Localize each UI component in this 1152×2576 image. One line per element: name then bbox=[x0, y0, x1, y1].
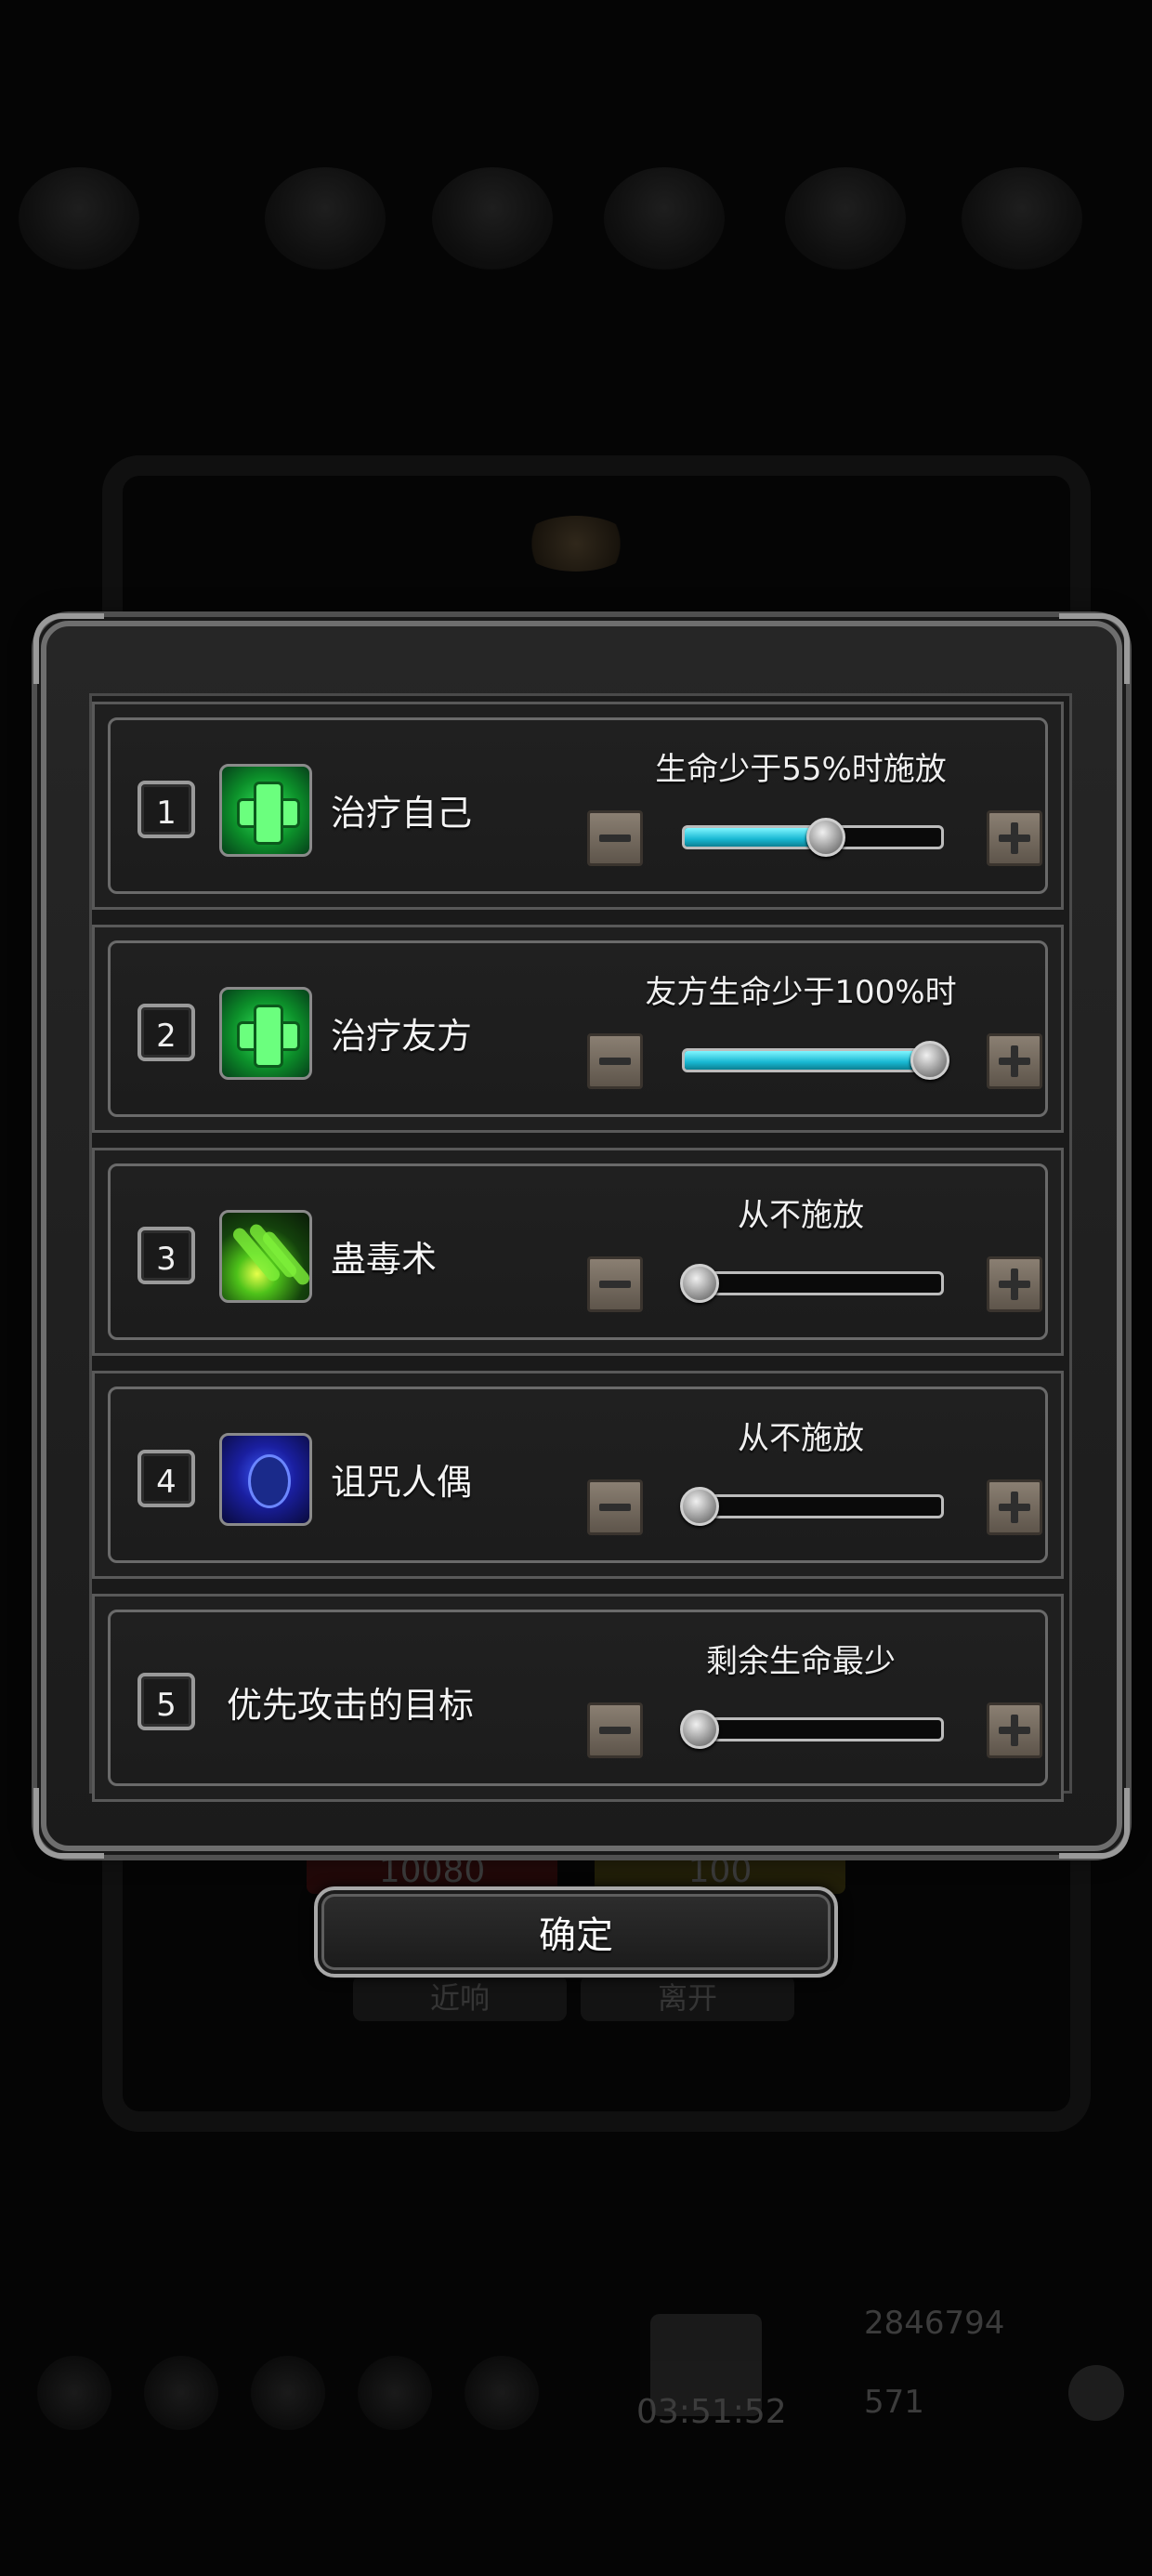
bg-top-icon bbox=[265, 167, 386, 269]
decrease-button[interactable] bbox=[587, 1479, 643, 1535]
minus-icon bbox=[599, 1504, 631, 1511]
rule-condition-text: 剩余生命最少 bbox=[706, 1643, 896, 1680]
rule-skill-name: 蛊毒术 bbox=[331, 1239, 438, 1280]
rule-priority-number: 2 bbox=[137, 1004, 195, 1061]
rule-row: 5 优先攻击的目标 剩余生命最少 bbox=[92, 1594, 1064, 1802]
bg-bottom-icon bbox=[251, 2356, 325, 2430]
minus-icon bbox=[599, 835, 631, 842]
bg-bottom-icon bbox=[358, 2356, 432, 2430]
bg-top-icon bbox=[19, 167, 139, 269]
minus-icon bbox=[599, 1281, 631, 1288]
slider-fill bbox=[685, 828, 826, 847]
minus-icon bbox=[599, 1058, 631, 1065]
bg-gem-count: 571 bbox=[864, 2384, 924, 2421]
ornament-corner bbox=[1059, 1788, 1130, 1859]
bg-coin-count: 2846794 bbox=[864, 2305, 1005, 2342]
slider-fill bbox=[685, 1051, 941, 1070]
slider-handle[interactable] bbox=[680, 1710, 719, 1749]
increase-button[interactable] bbox=[987, 1702, 1042, 1758]
heal-cross-icon bbox=[219, 764, 312, 857]
ornament-corner bbox=[1059, 613, 1130, 684]
poison-icon bbox=[219, 1210, 312, 1303]
heal-cross-icon bbox=[219, 987, 312, 1080]
increase-button[interactable] bbox=[987, 1033, 1042, 1089]
slider-handle[interactable] bbox=[910, 1041, 949, 1080]
decrease-button[interactable] bbox=[587, 810, 643, 866]
bg-top-icon bbox=[432, 167, 553, 269]
rules-list: 1 治疗自己 生命少于55%时施放 2 治疗友方 友方生命少于100%时 3 蛊毒术 从不施放 4… bbox=[89, 693, 1072, 1802]
bg-bottom-icon bbox=[465, 2356, 539, 2430]
rule-skill-name: 治疗自己 bbox=[331, 793, 473, 834]
curse-doll-icon bbox=[219, 1433, 312, 1526]
increase-button[interactable] bbox=[987, 1256, 1042, 1312]
rule-row: 4 诅咒人偶 从不施放 bbox=[92, 1371, 1064, 1579]
ornament-corner bbox=[33, 613, 104, 684]
rule-priority-number: 3 bbox=[137, 1227, 195, 1284]
plus-icon-stem bbox=[1011, 1715, 1018, 1746]
rule-skill-name: 优先攻击的目标 bbox=[227, 1685, 475, 1726]
rule-skill-name: 诅咒人偶 bbox=[331, 1462, 473, 1503]
rule-condition-text: 生命少于55%时施放 bbox=[655, 751, 947, 788]
rule-row: 1 治疗自己 生命少于55%时施放 bbox=[92, 702, 1064, 910]
auto-skill-settings-dialog: 1 治疗自己 生命少于55%时施放 2 治疗友方 友方生命少于100%时 3 蛊毒术 从不施放 4… bbox=[33, 613, 1130, 1859]
bg-bottom-icon bbox=[37, 2356, 111, 2430]
decrease-button[interactable] bbox=[587, 1702, 643, 1758]
plus-icon-stem bbox=[1011, 1492, 1018, 1523]
slider-handle[interactable] bbox=[680, 1487, 719, 1526]
bg-emblem-icon bbox=[520, 516, 632, 572]
rule-condition-text: 从不施放 bbox=[738, 1197, 864, 1234]
threshold-slider[interactable] bbox=[682, 1271, 944, 1295]
rule-priority-number: 5 bbox=[137, 1673, 195, 1730]
rule-priority-number: 4 bbox=[137, 1450, 195, 1507]
rule-skill-name: 治疗友方 bbox=[331, 1016, 473, 1057]
threshold-slider[interactable] bbox=[682, 1494, 944, 1518]
bg-button: 近响 bbox=[353, 1975, 567, 2021]
minus-icon bbox=[599, 1727, 631, 1734]
decrease-button[interactable] bbox=[587, 1256, 643, 1312]
plus-icon-stem bbox=[1011, 1045, 1018, 1077]
rule-condition-text: 友方生命少于100%时 bbox=[645, 974, 957, 1011]
bg-top-icon bbox=[962, 167, 1082, 269]
rule-condition-text: 从不施放 bbox=[738, 1420, 864, 1457]
bg-button: 离开 bbox=[581, 1975, 794, 2021]
rule-priority-number: 1 bbox=[137, 781, 195, 838]
threshold-slider[interactable] bbox=[682, 1048, 944, 1072]
plus-icon-stem bbox=[1011, 822, 1018, 854]
plus-icon-stem bbox=[1011, 1268, 1018, 1300]
rule-row: 2 治疗友方 友方生命少于100%时 bbox=[92, 925, 1064, 1133]
bg-bottom-icon bbox=[144, 2356, 218, 2430]
confirm-button[interactable]: 确定 bbox=[314, 1886, 838, 1978]
increase-button[interactable] bbox=[987, 1479, 1042, 1535]
slider-handle[interactable] bbox=[680, 1264, 719, 1303]
decrease-button[interactable] bbox=[587, 1033, 643, 1089]
increase-button[interactable] bbox=[987, 810, 1042, 866]
bg-add-icon bbox=[1068, 2365, 1124, 2421]
bg-top-icon bbox=[785, 167, 906, 269]
threshold-slider[interactable] bbox=[682, 1717, 944, 1741]
bg-timer: 03:51:52 bbox=[636, 2393, 787, 2431]
bg-top-icon bbox=[604, 167, 725, 269]
rule-row: 3 蛊毒术 从不施放 bbox=[92, 1148, 1064, 1356]
